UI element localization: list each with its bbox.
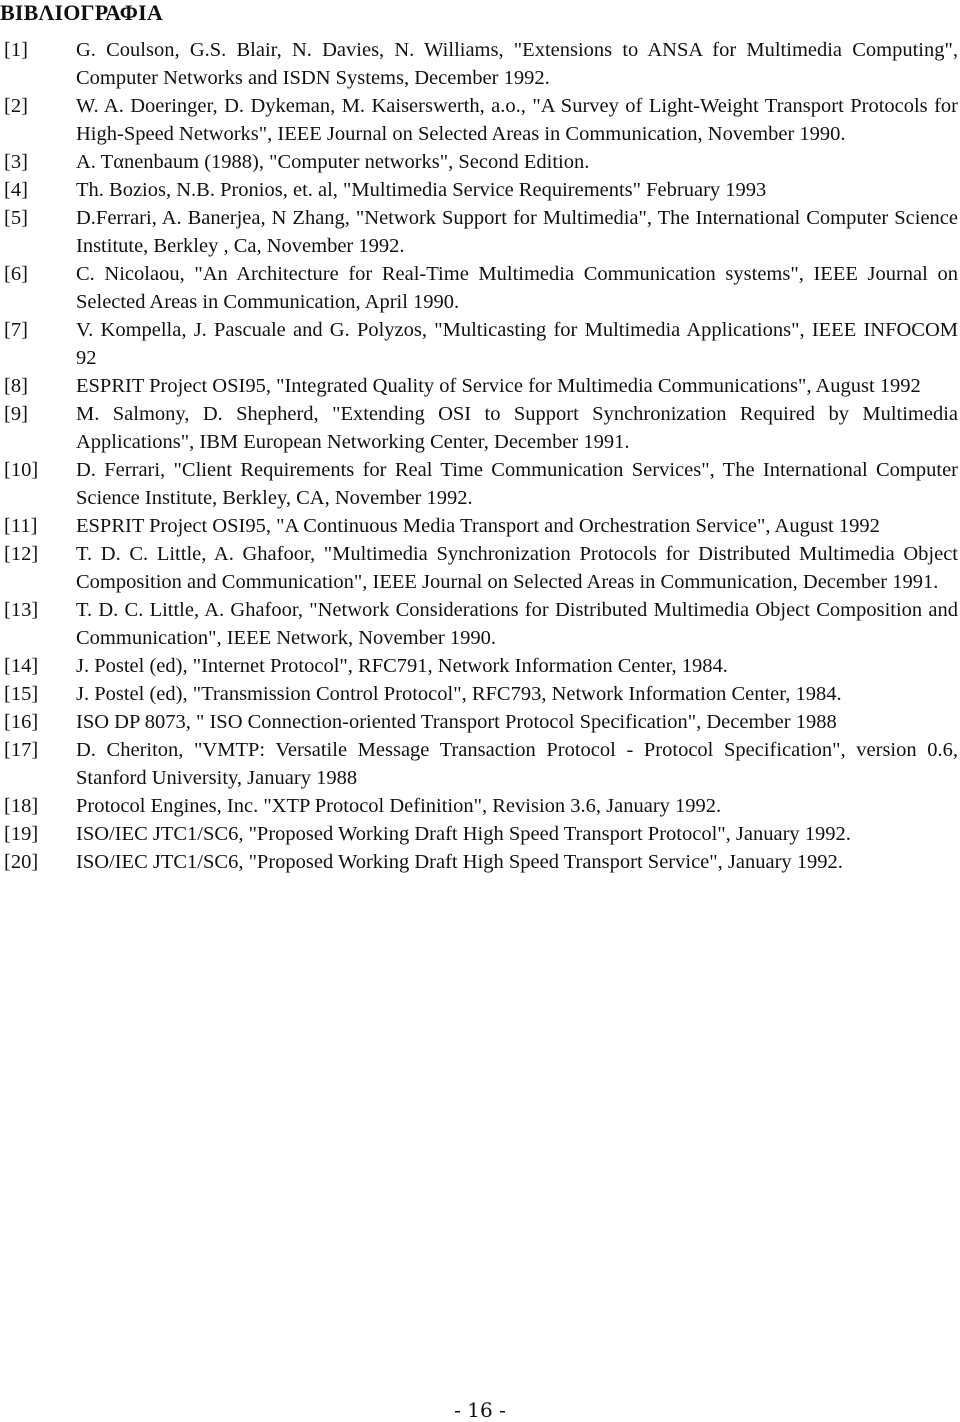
reference-number: [8] bbox=[4, 375, 28, 397]
page-number: - 16 - bbox=[454, 1398, 506, 1422]
reference-number: [20] bbox=[4, 851, 39, 873]
reference-number: [14] bbox=[4, 655, 39, 677]
reference-number: [18] bbox=[4, 795, 39, 817]
reference-item: [15] J. Postel (ed), "Transmission Contro… bbox=[0, 680, 958, 708]
reference-number: [17] bbox=[4, 739, 39, 761]
reference-text: T. D. C. Little, A. Ghafoor, "Network Co… bbox=[76, 599, 958, 649]
reference-text: J. Postel (ed), "Internet Protocol", RFC… bbox=[76, 655, 728, 677]
reference-text: M. Salmony, D. Shepherd, "Extending OSI … bbox=[76, 403, 958, 453]
reference-text: ISO DP 8073, " ISO Connection-oriented T… bbox=[76, 711, 837, 733]
reference-text: D. Ferrari, "Client Requirements for Rea… bbox=[76, 459, 958, 509]
reference-item: [16] ISO DP 8073, " ISO Connection-orient… bbox=[0, 708, 958, 736]
reference-item: [1] G. Coulson, G.S. Blair, N. Davies, N.… bbox=[0, 36, 958, 92]
reference-text: ESPRIT Project OSI95, "A Continuous Medi… bbox=[76, 515, 880, 537]
reference-text: ESPRIT Project OSI95, "Integrated Qualit… bbox=[76, 375, 921, 397]
reference-number: [9] bbox=[4, 403, 28, 425]
reference-text: Protocol Engines, Inc. "XTP Protocol Def… bbox=[76, 795, 722, 817]
reference-number: [12] bbox=[4, 543, 39, 565]
reference-number: [7] bbox=[4, 319, 28, 341]
reference-item: [12] T. D. C. Little, A. Ghafoor, "Multim… bbox=[0, 540, 958, 596]
reference-item: [8] ESPRIT Project OSI95, "Integrated Qua… bbox=[0, 372, 958, 400]
reference-list: [1] G. Coulson, G.S. Blair, N. Davies, N.… bbox=[0, 36, 958, 876]
reference-text: T. D. C. Little, A. Ghafoor, "Multimedia… bbox=[76, 543, 958, 593]
reference-number: [11] bbox=[4, 515, 38, 537]
reference-number: [16] bbox=[4, 711, 39, 733]
reference-item: [9] M. Salmony, D. Shepherd, "Extending O… bbox=[0, 400, 958, 456]
reference-item: [18] Protocol Engines, Inc. "XTP Protocol… bbox=[0, 792, 958, 820]
reference-text: A. Tαnenbaum (1988), "Computer networks"… bbox=[76, 151, 590, 173]
reference-item: [14] J. Postel (ed), "Internet Protocol",… bbox=[0, 652, 958, 680]
reference-item: [17] D. Cheriton, "VMTP: Versatile Messag… bbox=[0, 736, 958, 792]
reference-item: [11] ESPRIT Project OSI95, "A Continuous … bbox=[0, 512, 958, 540]
reference-item: [10] D. Ferrari, "Client Requirements for… bbox=[0, 456, 958, 512]
reference-text: G. Coulson, G.S. Blair, N. Davies, N. Wi… bbox=[76, 39, 958, 89]
reference-item: [3] A. Tαnenbaum (1988), "Computer networ… bbox=[0, 148, 958, 176]
reference-text: C. Nicolaou, "An Architecture for Real-T… bbox=[76, 263, 958, 313]
reference-number: [3] bbox=[4, 151, 28, 173]
reference-text: Th. Bozios, N.B. Pronios, et. al, "Multi… bbox=[76, 179, 767, 201]
reference-number: [5] bbox=[4, 207, 28, 229]
reference-text: D. Cheriton, "VMTP: Versatile Message Tr… bbox=[76, 739, 958, 789]
reference-number: [4] bbox=[4, 179, 28, 201]
reference-item: [20] ISO/IEC JTC1/SC6, "Proposed Working … bbox=[0, 848, 958, 876]
reference-text: J. Postel (ed), "Transmission Control Pr… bbox=[76, 683, 842, 705]
reference-number: [19] bbox=[4, 823, 39, 845]
reference-text: ISO/IEC JTC1/SC6, "Proposed Working Draf… bbox=[76, 851, 843, 873]
page-title: ΒΙΒΛΙΟΓΡΑΦΙΑ bbox=[0, 0, 163, 25]
reference-text: W. A. Doeringer, D. Dykeman, M. Kaisersw… bbox=[76, 95, 958, 145]
reference-item: [13] T. D. C. Little, A. Ghafoor, "Networ… bbox=[0, 596, 958, 652]
reference-text: D.Ferrari, A. Banerjea, N Zhang, "Networ… bbox=[76, 207, 958, 257]
reference-item: [4] Th. Bozios, N.B. Pronios, et. al, "Mu… bbox=[0, 176, 958, 204]
reference-text: V. Kompella, J. Pascuale and G. Polyzos,… bbox=[76, 319, 958, 369]
reference-number: [13] bbox=[4, 599, 39, 621]
reference-text: ISO/IEC JTC1/SC6, "Proposed Working Draf… bbox=[76, 823, 851, 845]
reference-item: [5] D.Ferrari, A. Banerjea, N Zhang, "Net… bbox=[0, 204, 958, 260]
reference-number: [6] bbox=[4, 263, 28, 285]
reference-number: [15] bbox=[4, 683, 39, 705]
reference-number: [1] bbox=[4, 39, 28, 61]
reference-item: [19] ISO/IEC JTC1/SC6, "Proposed Working … bbox=[0, 820, 958, 848]
reference-item: [6] C. Nicolaou, "An Architecture for Rea… bbox=[0, 260, 958, 316]
reference-item: [2] W. A. Doeringer, D. Dykeman, M. Kaise… bbox=[0, 92, 958, 148]
reference-number: [2] bbox=[4, 95, 28, 117]
reference-item: [7] V. Kompella, J. Pascuale and G. Polyz… bbox=[0, 316, 958, 372]
reference-number: [10] bbox=[4, 459, 39, 481]
